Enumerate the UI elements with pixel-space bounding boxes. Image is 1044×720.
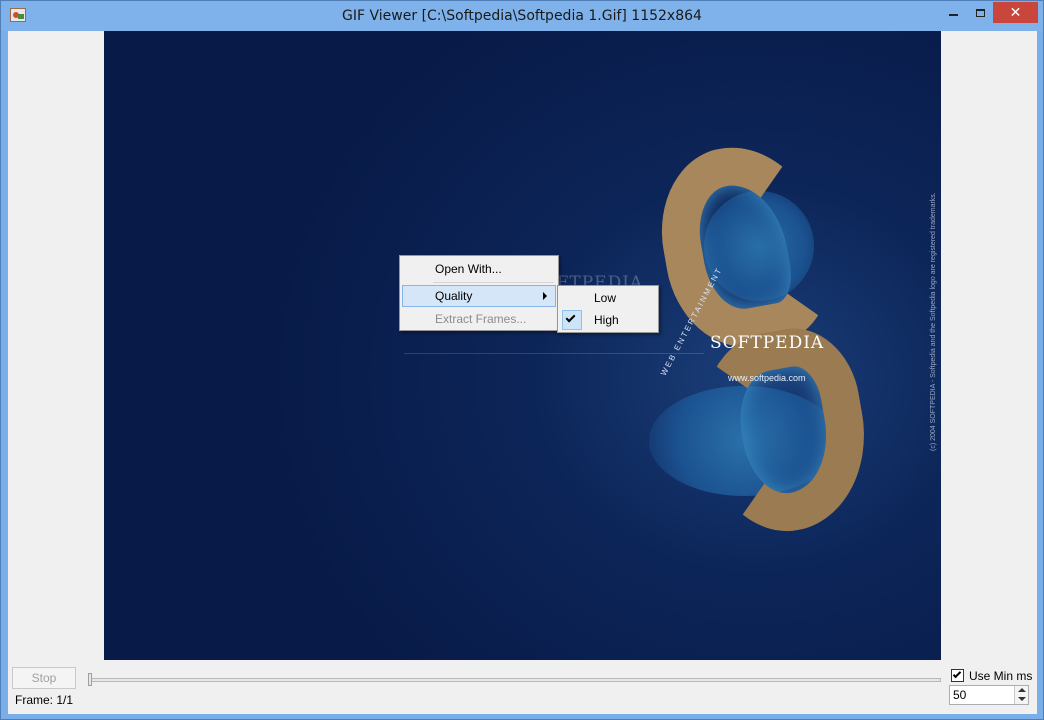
frame-counter: Frame: 1/1 [15,693,74,707]
checkmark-icon [565,312,576,323]
stop-button[interactable]: Stop [12,667,76,689]
gif-image[interactable]: SOFTPEDIA SOFTPEDIA WEB ENTERTAINMENT ww… [104,31,941,660]
window-title: GIF Viewer [C:\Softpedia\Softpedia 1.Gif… [342,8,702,24]
close-button[interactable]: ✕ [993,2,1038,23]
frame-slider-track[interactable] [89,678,941,682]
submenu-item-low[interactable]: Low [560,287,656,309]
menu-item-quality-label: Quality [435,289,473,303]
submenu-item-high-label: High [594,313,619,327]
min-ms-spinner[interactable]: 50 [949,685,1029,705]
maximize-button[interactable] [967,2,993,23]
client-area: SOFTPEDIA SOFTPEDIA WEB ENTERTAINMENT ww… [8,31,1037,714]
copyright-text: (c) 2004 SOFTPEDIA - Softpedia and the S… [930,192,937,451]
submenu-item-high[interactable]: High [560,309,656,331]
menu-item-extract-frames[interactable]: Extract Frames... [402,308,556,330]
island-top-arc [647,133,841,359]
maximize-icon [975,8,985,17]
watermark-line [404,353,704,354]
quality-submenu: Low High [557,285,659,333]
check-highlight [562,310,582,330]
spinner-buttons [1014,686,1028,704]
frame-slider-thumb[interactable] [88,673,92,686]
min-ms-value[interactable]: 50 [953,688,966,702]
use-min-ms-checkbox[interactable] [951,669,964,682]
spinner-up-icon[interactable] [1018,688,1026,692]
minimize-button[interactable] [940,2,967,23]
use-min-ms-label[interactable]: Use Min ms [969,669,1032,683]
close-icon: ✕ [1009,4,1022,20]
menu-item-open-with[interactable]: Open With... [402,258,556,280]
menu-separator [433,282,554,283]
submenu-arrow-icon [543,292,547,300]
context-menu: Open With... Quality Extract Frames... [399,255,559,331]
spinner-down-icon[interactable] [1018,697,1026,701]
softpedia-url-text: www.softpedia.com [728,373,806,383]
minimize-icon [949,14,958,16]
app-window: GIF Viewer [C:\Softpedia\Softpedia 1.Gif… [0,0,1044,720]
title-bar[interactable]: GIF Viewer [C:\Softpedia\Softpedia 1.Gif… [1,1,1043,31]
menu-item-quality[interactable]: Quality [402,285,556,307]
softpedia-logo-text: SOFTPEDIA [710,333,825,353]
checkmark-icon [952,669,962,679]
